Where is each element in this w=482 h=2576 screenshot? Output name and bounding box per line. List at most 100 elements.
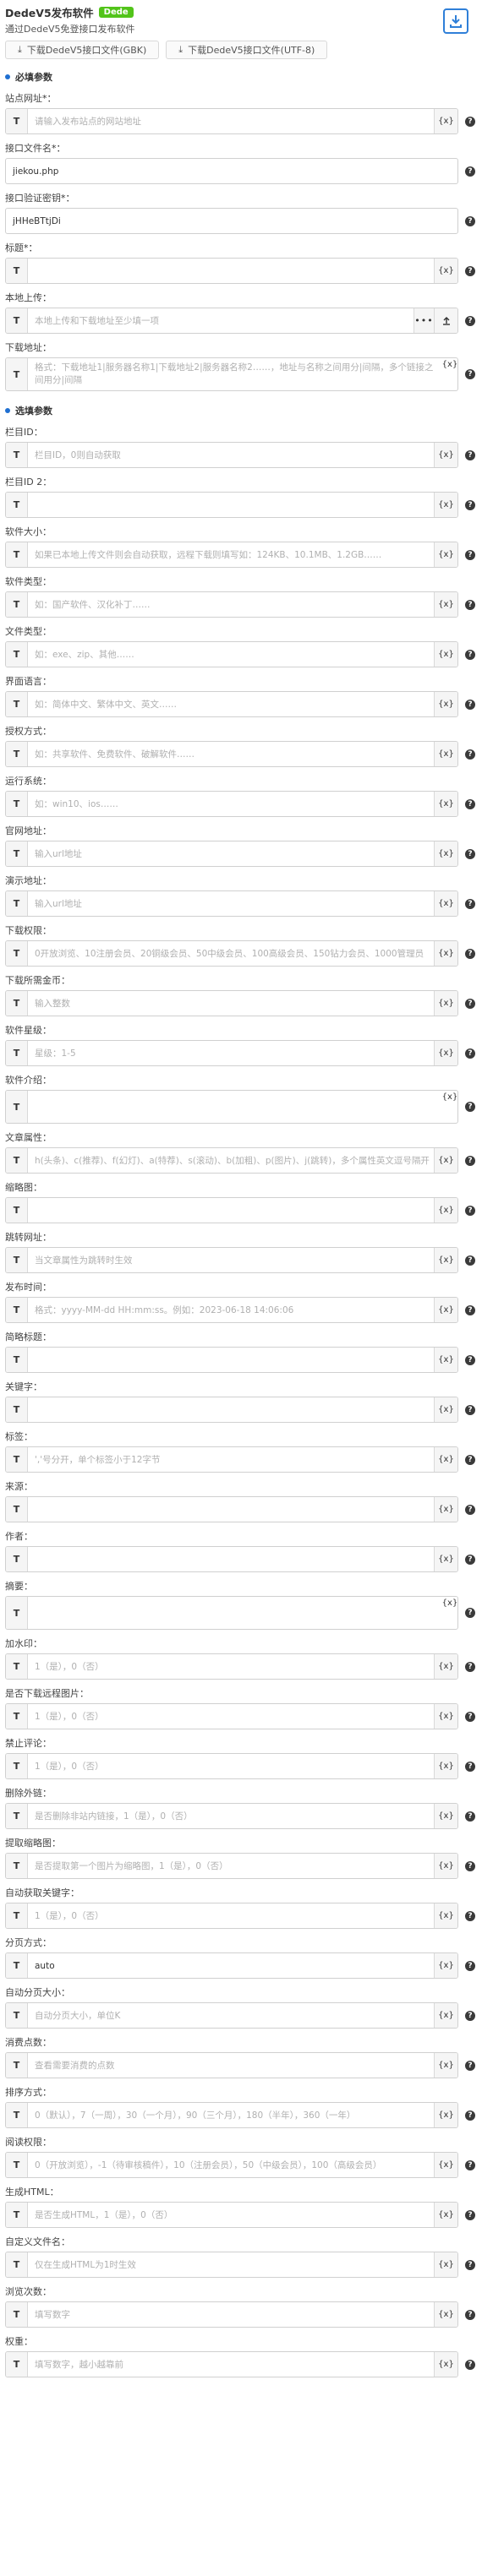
variable-insert-icon[interactable]: {x} <box>434 1804 457 1828</box>
variable-insert-icon[interactable]: {x} <box>434 109 457 133</box>
help-icon[interactable]: ? <box>465 1960 475 1971</box>
download-utf8-button[interactable]: ⤓ 下载DedeV5接口文件(UTF-8) <box>166 41 328 59</box>
variable-insert-icon[interactable]: {x} <box>434 1497 457 1522</box>
field-input[interactable]: 查看需要消费的点数 <box>28 2053 434 2078</box>
variable-insert-icon[interactable]: {x} <box>434 1704 457 1729</box>
variable-insert-icon[interactable]: {x} <box>434 1397 457 1422</box>
variable-insert-icon[interactable]: {x} <box>434 792 457 816</box>
help-icon[interactable]: ? <box>465 1554 475 1565</box>
variable-insert-icon[interactable]: {x} <box>442 358 457 390</box>
variable-insert-icon[interactable]: {x} <box>442 1597 457 1629</box>
variable-insert-icon[interactable]: {x} <box>434 2053 457 2078</box>
field-input[interactable]: 0（默认），7（一周），30（一个月），90（三个月），180（半年），360（… <box>28 2103 434 2127</box>
help-icon[interactable]: ? <box>465 649 475 660</box>
help-icon[interactable]: ? <box>465 948 475 959</box>
help-icon[interactable]: ? <box>465 2110 475 2121</box>
variable-insert-icon[interactable]: {x} <box>434 692 457 716</box>
help-icon[interactable]: ? <box>465 1504 475 1515</box>
variable-insert-icon[interactable]: {x} <box>434 1447 457 1472</box>
help-icon[interactable]: ? <box>465 2010 475 2021</box>
help-icon[interactable]: ? <box>465 1404 475 1415</box>
field-input[interactable] <box>28 1348 434 1372</box>
variable-insert-icon[interactable]: {x} <box>434 493 457 517</box>
field-input[interactable]: 是否提取第一个图片为缩略图，1（是），0（否） <box>28 1854 434 1878</box>
help-icon[interactable]: ? <box>465 1304 475 1315</box>
variable-insert-icon[interactable]: {x} <box>442 1091 457 1123</box>
variable-insert-icon[interactable]: {x} <box>434 2103 457 2127</box>
field-input[interactable]: 仅在生成HTML为1时生效 <box>28 2252 434 2277</box>
variable-insert-icon[interactable]: {x} <box>434 1348 457 1372</box>
field-input[interactable]: 1（是），0（否） <box>28 1704 434 1729</box>
help-icon[interactable]: ? <box>465 2309 475 2320</box>
help-icon[interactable]: ? <box>465 449 475 460</box>
variable-insert-icon[interactable]: {x} <box>434 1903 457 1928</box>
field-input[interactable]: 1（是），0（否） <box>28 1903 434 1928</box>
field-input[interactable]: 1（是），0（否） <box>28 1654 434 1679</box>
field-input[interactable]: 如：exe、zip、其他…… <box>28 642 434 667</box>
help-icon[interactable]: ? <box>465 166 475 177</box>
variable-insert-icon[interactable]: {x} <box>434 2252 457 2277</box>
field-input[interactable]: 格式：下载地址1|服务器名称1|下载地址2|服务器名称2……，地址与名称之间用分… <box>28 358 442 390</box>
help-icon[interactable]: ? <box>465 699 475 710</box>
variable-insert-icon[interactable]: {x} <box>434 742 457 766</box>
variable-insert-icon[interactable]: {x} <box>434 1041 457 1065</box>
variable-insert-icon[interactable]: {x} <box>434 2153 457 2177</box>
field-input[interactable]: ','号分开，单个标签小于12字节 <box>28 1447 434 1472</box>
variable-insert-icon[interactable]: {x} <box>434 1148 457 1173</box>
help-icon[interactable]: ? <box>465 1711 475 1722</box>
field-input[interactable]: 如果已本地上传文件则会自动获取，远程下载则填写如：124KB、10.1MB、1.… <box>28 542 434 567</box>
help-icon[interactable]: ? <box>465 2359 475 2370</box>
variable-insert-icon[interactable]: {x} <box>434 841 457 866</box>
download-box-icon[interactable] <box>443 8 468 34</box>
help-icon[interactable]: ? <box>465 1910 475 1921</box>
variable-insert-icon[interactable]: {x} <box>434 259 457 283</box>
field-input[interactable]: 如：简体中文、繁体中文、英文…… <box>28 692 434 716</box>
field-input[interactable]: h(头条)、c(推荐)、f(幻灯)、a(特荐)、s(滚动)、b(加粗)、p(图片… <box>28 1148 434 1173</box>
help-icon[interactable]: ? <box>465 2159 475 2170</box>
help-icon[interactable]: ? <box>465 369 475 379</box>
field-input[interactable]: 星级：1-5 <box>28 1041 434 1065</box>
help-icon[interactable]: ? <box>465 1155 475 1166</box>
help-icon[interactable]: ? <box>465 1761 475 1772</box>
field-input[interactable] <box>28 493 434 517</box>
variable-insert-icon[interactable]: {x} <box>434 1248 457 1272</box>
help-icon[interactable]: ? <box>465 499 475 510</box>
variable-insert-icon[interactable]: {x} <box>434 1198 457 1223</box>
help-icon[interactable]: ? <box>465 1048 475 1059</box>
variable-insert-icon[interactable]: {x} <box>434 1754 457 1778</box>
field-input[interactable]: 如：win10、ios…… <box>28 792 434 816</box>
variable-insert-icon[interactable]: {x} <box>434 1953 457 1978</box>
field-input[interactable]: 填写数字 <box>28 2302 434 2327</box>
field-input[interactable]: 填写数字，越小越靠前 <box>28 2352 434 2377</box>
field-input[interactable]: 0开放浏览、10注册会员、20铜级会员、50中级会员、100高级会员、150钻力… <box>28 941 434 966</box>
field-input[interactable] <box>28 1597 442 1629</box>
help-icon[interactable]: ? <box>465 1454 475 1465</box>
help-icon[interactable]: ? <box>465 848 475 859</box>
variable-insert-icon[interactable]: {x} <box>434 1298 457 1322</box>
field-input[interactable] <box>28 1497 434 1522</box>
field-input[interactable]: 如：共享软件、免费软件、破解软件…… <box>28 742 434 766</box>
field-input[interactable] <box>28 1547 434 1571</box>
field-input[interactable]: 是否生成HTML，1（是），0（否） <box>28 2203 434 2227</box>
variable-insert-icon[interactable]: {x} <box>434 2302 457 2327</box>
field-input[interactable] <box>28 1091 442 1123</box>
field-input[interactable]: 如：国产软件、汉化补丁…… <box>28 592 434 617</box>
upload-icon[interactable] <box>434 308 457 333</box>
help-icon[interactable]: ? <box>465 1102 475 1112</box>
variable-insert-icon[interactable]: {x} <box>434 1854 457 1878</box>
variable-insert-icon[interactable]: {x} <box>434 1654 457 1679</box>
field-input[interactable]: 当文章属性为跳转时生效 <box>28 1248 434 1272</box>
variable-insert-icon[interactable]: {x} <box>434 891 457 916</box>
field-input[interactable]: jiekou.php <box>6 159 457 183</box>
help-icon[interactable]: ? <box>465 215 475 226</box>
field-input[interactable]: 栏目ID，0则自动获取 <box>28 443 434 467</box>
field-input[interactable]: 请输入发布站点的网站地址 <box>28 109 434 133</box>
variable-insert-icon[interactable]: {x} <box>434 542 457 567</box>
help-icon[interactable]: ? <box>465 1255 475 1266</box>
field-input[interactable]: 自动分页大小，单位K <box>28 2003 434 2028</box>
field-input[interactable]: 输入url地址 <box>28 841 434 866</box>
field-input[interactable]: 格式：yyyy-MM-dd HH:mm:ss。例如：2023-06-18 14:… <box>28 1298 434 1322</box>
help-icon[interactable]: ? <box>465 1661 475 1672</box>
help-icon[interactable]: ? <box>465 1205 475 1216</box>
field-input[interactable] <box>28 1198 434 1223</box>
